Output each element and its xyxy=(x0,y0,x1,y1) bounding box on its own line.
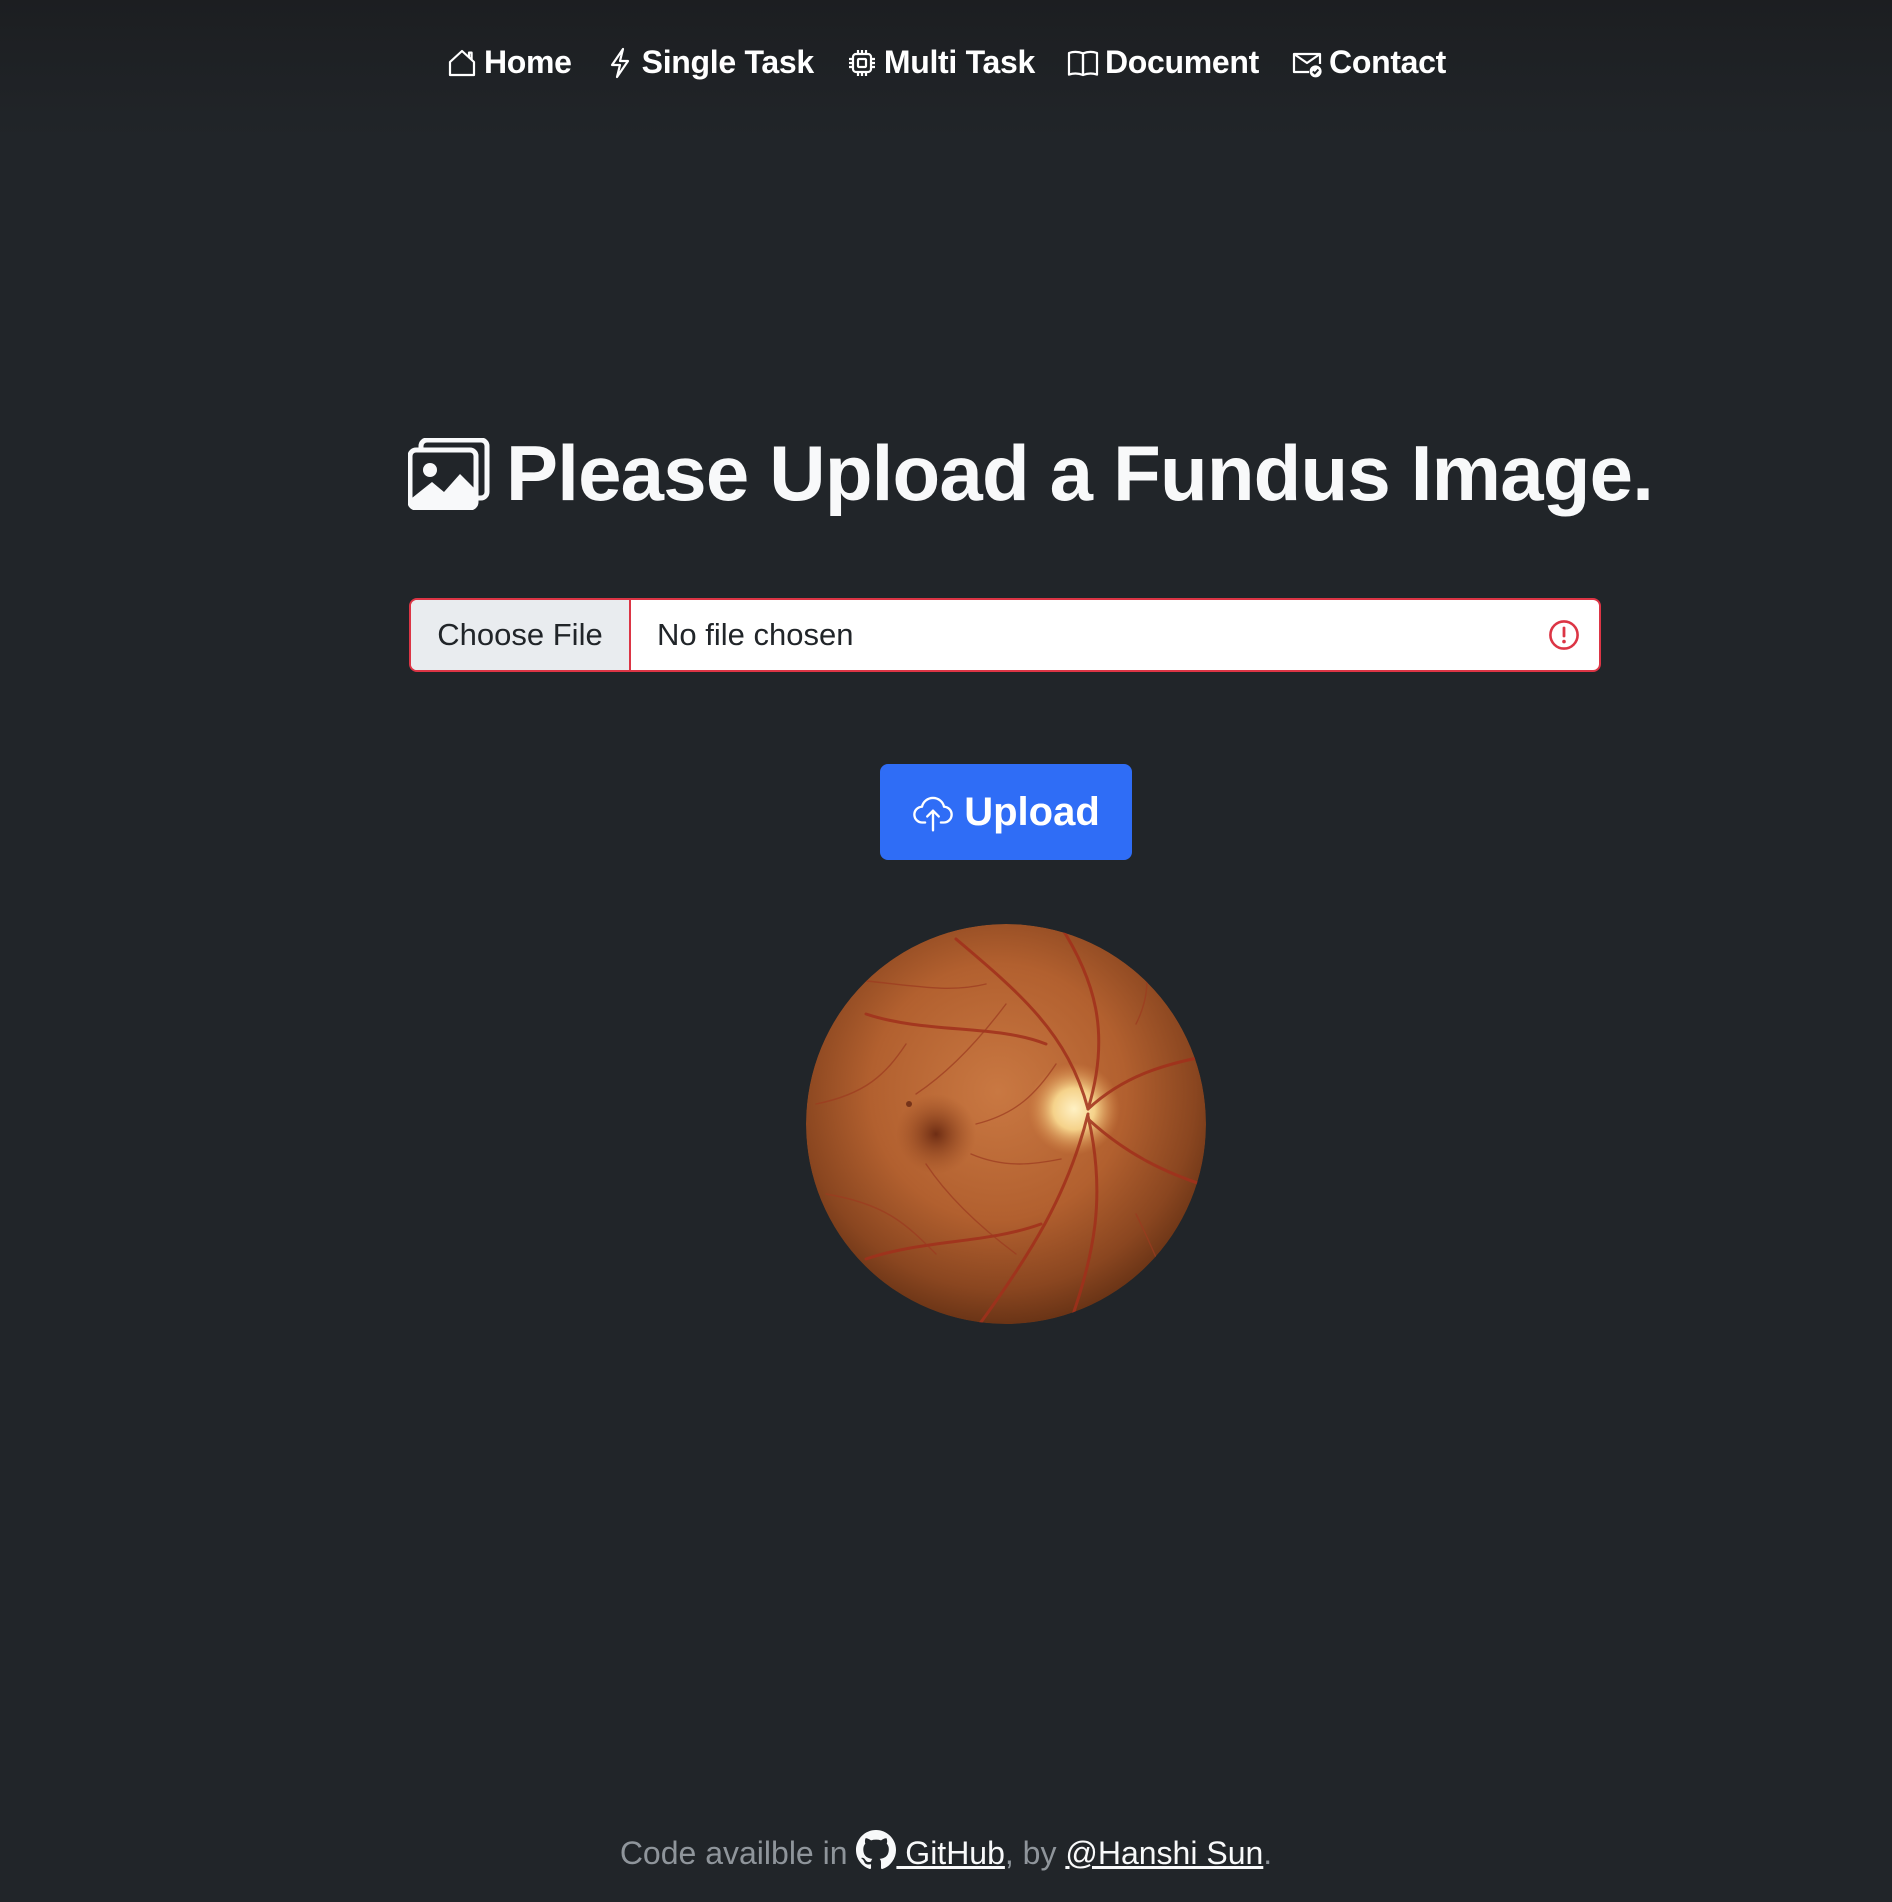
page-footer: Code availble in GitHub, by @Hanshi Sun. xyxy=(0,1830,1892,1872)
cpu-icon xyxy=(848,49,875,76)
envelope-check-icon xyxy=(1292,52,1322,77)
nav-document-label: Document xyxy=(1104,44,1260,80)
exclamation-circle-icon xyxy=(1549,620,1579,650)
nav-contact[interactable]: Contact xyxy=(1291,44,1446,81)
author-link[interactable]: @Hanshi Sun xyxy=(1065,1835,1263,1871)
nav-multi-task-label: Multi Task xyxy=(883,44,1035,80)
upload-button-label: Upload xyxy=(964,789,1100,834)
nav-home-label: Home xyxy=(483,44,572,80)
footer-suffix: . xyxy=(1263,1835,1273,1871)
github-link[interactable]: GitHub xyxy=(856,1830,1005,1871)
upload-button[interactable]: Upload xyxy=(880,764,1132,860)
house-icon xyxy=(448,49,476,76)
invalid-feedback xyxy=(1529,600,1599,670)
github-icon xyxy=(856,1830,897,1870)
book-icon xyxy=(1067,50,1099,76)
footer-prefix: Code availble in xyxy=(619,1835,857,1871)
nav-multi-task[interactable]: Multi Task xyxy=(846,44,1035,81)
nav-single-task-label: Single Task xyxy=(641,44,814,80)
nav-single-task[interactable]: Single Task xyxy=(604,44,814,81)
nav-contact-label: Contact xyxy=(1329,44,1447,80)
page-heading: Please Upload a Fundus Image. xyxy=(408,428,1654,519)
nav-home[interactable]: Home xyxy=(446,44,572,81)
cloud-upload-icon xyxy=(913,796,953,832)
footer-middle: , by xyxy=(1004,1835,1066,1871)
fundus-file-input[interactable]: Choose File No file chosen xyxy=(409,598,1601,672)
main-nav: Home Single Task Multi Task Document Con… xyxy=(0,44,1892,81)
github-link-label: GitHub xyxy=(896,1835,1005,1871)
page-title: Please Upload a Fundus Image. xyxy=(506,429,1654,517)
fundus-image xyxy=(806,924,1206,1324)
lightning-icon xyxy=(610,47,629,78)
choose-file-button[interactable]: Choose File xyxy=(411,600,631,670)
file-status-text: No file chosen xyxy=(657,617,854,652)
nav-document[interactable]: Document xyxy=(1067,44,1259,81)
images-icon xyxy=(408,437,490,510)
